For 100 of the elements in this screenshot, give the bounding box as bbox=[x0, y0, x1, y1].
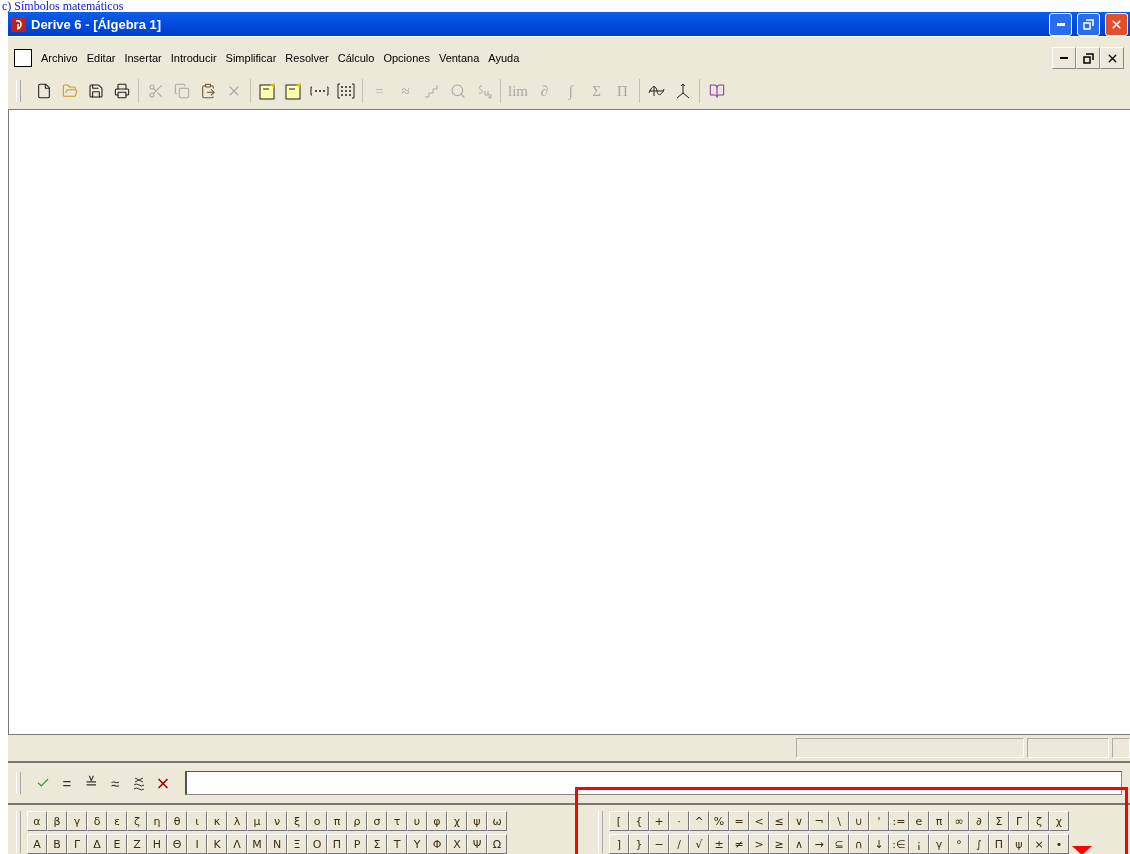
menu-item[interactable]: Cálculo bbox=[337, 52, 375, 64]
math-symbol-key[interactable]: ¡ bbox=[909, 834, 929, 854]
greek-letter-key[interactable]: ω bbox=[487, 811, 507, 831]
menu-item[interactable]: Opciones bbox=[383, 52, 430, 64]
menu-item[interactable]: Resolver bbox=[285, 52, 329, 64]
greek-letter-key[interactable]: κ bbox=[207, 811, 227, 831]
math-symbol-key[interactable]: = bbox=[729, 811, 749, 831]
math-symbol-key[interactable]: e bbox=[909, 811, 929, 831]
math-symbol-key[interactable]: Γ bbox=[1009, 811, 1029, 831]
math-symbol-key[interactable]: ↓ bbox=[869, 834, 889, 854]
minimize-button[interactable] bbox=[1052, 47, 1076, 69]
math-symbol-key[interactable]: [ bbox=[609, 811, 629, 831]
save-icon[interactable] bbox=[86, 81, 105, 101]
printer-icon[interactable] bbox=[112, 81, 131, 101]
math-symbol-key[interactable]: π bbox=[929, 811, 949, 831]
math-symbol-key[interactable]: ζ bbox=[1029, 811, 1049, 831]
math-symbol-key[interactable]: ≥ bbox=[769, 834, 789, 854]
math-symbol-key[interactable]: ∞ bbox=[949, 811, 969, 831]
math-symbol-key[interactable]: · bbox=[669, 811, 689, 831]
menu-item[interactable]: Editar bbox=[86, 52, 116, 64]
math-symbol-key[interactable]: γ bbox=[929, 834, 949, 854]
entry-symbol-button[interactable]: ≈ bbox=[107, 773, 123, 793]
entry-symbol-button[interactable]: ≚ bbox=[83, 773, 99, 793]
math-symbol-key[interactable]: \ bbox=[829, 811, 849, 831]
greek-letter-key[interactable]: θ bbox=[167, 811, 187, 831]
math-symbol-key[interactable]: √ bbox=[689, 834, 709, 854]
greek-letter-key[interactable]: Δ bbox=[87, 834, 107, 854]
math-symbol-key[interactable]: % bbox=[709, 811, 729, 831]
greek-letter-key[interactable]: φ bbox=[427, 811, 447, 831]
greek-letter-key[interactable]: β bbox=[47, 811, 67, 831]
greek-letter-key[interactable]: μ bbox=[247, 811, 267, 831]
math-symbol-key[interactable]: ^ bbox=[689, 811, 709, 831]
math-symbol-key[interactable]: • bbox=[1049, 834, 1069, 854]
math-symbol-key[interactable]: Π bbox=[989, 834, 1009, 854]
math-symbol-key[interactable]: → bbox=[809, 834, 829, 854]
math-symbol-key[interactable]: ° bbox=[949, 834, 969, 854]
math-symbol-key[interactable]: ≠ bbox=[729, 834, 749, 854]
math-symbol-key[interactable]: − bbox=[649, 834, 669, 854]
expression-input-field[interactable] bbox=[185, 771, 1122, 795]
greek-letter-key[interactable]: Ζ bbox=[127, 834, 147, 854]
math-symbol-key[interactable]: + bbox=[649, 811, 669, 831]
greek-letter-key[interactable]: Χ bbox=[447, 834, 467, 854]
math-symbol-key[interactable]: ∪ bbox=[849, 811, 869, 831]
greek-letter-key[interactable]: Π bbox=[327, 834, 347, 854]
greek-letter-key[interactable]: Τ bbox=[387, 834, 407, 854]
restore-button[interactable] bbox=[1076, 47, 1100, 69]
greek-letter-key[interactable]: Μ bbox=[247, 834, 267, 854]
greek-letter-key[interactable]: ζ bbox=[127, 811, 147, 831]
menu-item[interactable]: Insertar bbox=[124, 52, 162, 64]
greek-letter-key[interactable]: ρ bbox=[347, 811, 367, 831]
greek-letter-key[interactable]: γ bbox=[67, 811, 87, 831]
greek-letter-key[interactable]: Λ bbox=[227, 834, 247, 854]
greek-letter-key[interactable]: Ο bbox=[307, 834, 327, 854]
greek-letter-key[interactable]: χ bbox=[447, 811, 467, 831]
greek-letter-key[interactable]: Θ bbox=[167, 834, 187, 854]
math-symbol-key[interactable]: > bbox=[749, 834, 769, 854]
expression-icon[interactable] bbox=[284, 81, 303, 101]
greek-letter-key[interactable]: λ bbox=[227, 811, 247, 831]
greek-letter-key[interactable]: ν bbox=[267, 811, 287, 831]
greek-letter-key[interactable]: Ρ bbox=[347, 834, 367, 854]
math-symbol-key[interactable]: Σ bbox=[989, 811, 1009, 831]
greek-letter-key[interactable]: Β bbox=[47, 834, 67, 854]
math-symbol-key[interactable]: ψ bbox=[1009, 834, 1029, 854]
greek-letter-key[interactable]: σ bbox=[367, 811, 387, 831]
greek-letter-key[interactable]: Γ bbox=[67, 834, 87, 854]
math-symbol-key[interactable]: ≤ bbox=[769, 811, 789, 831]
math-symbol-key[interactable]: ⊆ bbox=[829, 834, 849, 854]
greek-letter-key[interactable]: Ι bbox=[187, 834, 207, 854]
math-symbol-key[interactable]: { bbox=[629, 811, 649, 831]
math-symbol-key[interactable]: :∈ bbox=[889, 834, 909, 854]
entry-symbol-button[interactable]: = bbox=[59, 773, 75, 793]
greek-letter-key[interactable]: ο bbox=[307, 811, 327, 831]
menu-item[interactable]: Ayuda bbox=[488, 52, 520, 64]
greek-letter-key[interactable]: ψ bbox=[467, 811, 487, 831]
menu-item[interactable]: Simplificar bbox=[225, 52, 277, 64]
greek-letter-key[interactable]: Σ bbox=[367, 834, 387, 854]
math-symbol-key[interactable]: ¬ bbox=[809, 811, 829, 831]
math-symbol-key[interactable]: ∧ bbox=[789, 834, 809, 854]
greek-letter-key[interactable]: Ω bbox=[487, 834, 507, 854]
math-symbol-key[interactable]: ± bbox=[709, 834, 729, 854]
math-symbol-key[interactable]: ∂ bbox=[969, 811, 989, 831]
document-icon[interactable] bbox=[14, 49, 32, 67]
menu-item[interactable]: Ventana bbox=[438, 52, 480, 64]
greek-letter-key[interactable]: Κ bbox=[207, 834, 227, 854]
greek-letter-key[interactable]: υ bbox=[407, 811, 427, 831]
greek-letter-key[interactable]: Φ bbox=[427, 834, 447, 854]
greek-letter-key[interactable]: Ψ bbox=[467, 834, 487, 854]
greek-letter-key[interactable]: Υ bbox=[407, 834, 427, 854]
math-symbol-key[interactable]: ∨ bbox=[789, 811, 809, 831]
greek-letter-key[interactable]: η bbox=[147, 811, 167, 831]
greek-letter-key[interactable]: Α bbox=[27, 834, 47, 854]
math-symbol-key[interactable]: × bbox=[1029, 834, 1049, 854]
greek-letter-key[interactable]: Ε bbox=[107, 834, 127, 854]
greek-letter-key[interactable]: τ bbox=[387, 811, 407, 831]
math-symbol-key[interactable]: ] bbox=[609, 834, 629, 854]
greek-letter-key[interactable]: Η bbox=[147, 834, 167, 854]
greek-letter-key[interactable]: Ξ bbox=[287, 834, 307, 854]
greek-letter-key[interactable]: ι bbox=[187, 811, 207, 831]
note-icon[interactable] bbox=[258, 81, 277, 101]
greek-letter-key[interactable]: ξ bbox=[287, 811, 307, 831]
